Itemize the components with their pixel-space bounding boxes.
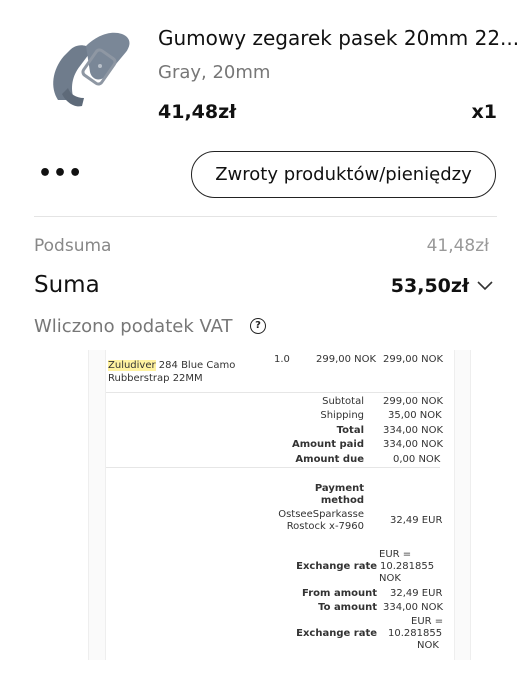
receipt-item-unit-price: 299,00 NOK	[316, 354, 377, 365]
subtotal-label: Podsuma	[34, 236, 112, 256]
receipt-rate1-line3: NOK	[379, 573, 401, 584]
receipt-amount-paid-label: Amount paid	[291, 439, 364, 450]
receipt-from-amount-label: From amount	[302, 588, 377, 599]
receipt-payment-method-label-1: Payment	[314, 483, 364, 494]
help-icon[interactable]: ?	[250, 318, 266, 334]
product-price: 41,48zł	[158, 101, 237, 123]
receipt-amount-due-value: 0,00 NOK	[393, 454, 441, 465]
return-refund-button[interactable]: Zwroty produktów/pieniędzy	[191, 151, 496, 198]
receipt-shipping-label: Shipping	[320, 410, 364, 421]
order-item-card[interactable]: Gumowy zegarek pasek 20mm 22... Gray, 20…	[0, 0, 531, 140]
receipt-item-name-rest: 284 Blue Camo	[155, 360, 236, 371]
receipt-item-qty: 1.0	[274, 354, 290, 365]
product-title[interactable]: Gumowy zegarek pasek 20mm 22...	[158, 26, 519, 50]
receipt-total-value: 334,00 NOK	[383, 425, 444, 436]
receipt-divider	[106, 467, 440, 468]
receipt-amount-due-label: Amount due	[295, 454, 364, 465]
receipt-divider	[106, 392, 440, 393]
subtotal-value: 41,48zł	[426, 236, 489, 256]
receipt-amount-paid-value: 334,00 NOK	[383, 439, 444, 450]
receipt-item-brand: Zuludiver	[108, 360, 156, 371]
product-variant: Gray, 20mm	[158, 62, 271, 83]
receipt-image: Zuludiver 284 Blue Camo Rubberstrap 22MM…	[88, 350, 471, 660]
receipt-payment-bank-1: OstseeSparkasse	[278, 509, 364, 520]
section-divider	[34, 216, 497, 217]
total-value[interactable]: 53,50zł	[391, 275, 469, 297]
receipt-total-label: Total	[336, 425, 364, 436]
more-options-button[interactable]: •••	[38, 160, 82, 188]
receipt-item-total: 299,00 NOK	[383, 354, 444, 365]
receipt-item-name-line2: Rubberstrap 22MM	[108, 373, 203, 384]
receipt-rate2-line1: EUR =	[411, 616, 444, 627]
receipt-rate1-line2: 10.281855	[380, 561, 435, 572]
receipt-to-amount-value: 334,00 NOK	[383, 602, 444, 613]
receipt-from-amount-value: 32,49 EUR	[390, 588, 443, 599]
receipt-subtotal-value: 299,00 NOK	[383, 396, 444, 407]
receipt-rate2-line3: NOK	[417, 640, 439, 651]
receipt-to-amount-label: To amount	[318, 602, 377, 613]
receipt-payment-bank-2: Rostock x-7960	[286, 521, 364, 532]
receipt-payment-amount: 32,49 EUR	[390, 515, 443, 526]
vat-included-label: Wliczono podatek VAT	[34, 316, 233, 337]
receipt-shipping-value: 35,00 NOK	[388, 410, 442, 421]
receipt-rate2-line2: 10.281855	[388, 628, 443, 639]
receipt-paper: Zuludiver 284 Blue Camo Rubberstrap 22MM…	[105, 350, 455, 660]
product-quantity: x1	[471, 101, 497, 123]
watch-strap-image[interactable]	[40, 22, 140, 122]
receipt-rate1-line1: EUR =	[379, 549, 412, 560]
chevron-down-icon[interactable]	[476, 279, 494, 293]
receipt-subtotal-label: Subtotal	[322, 396, 364, 407]
receipt-rate1-label: Exchange rate	[296, 561, 377, 572]
receipt-item-name: Zuludiver 284 Blue Camo	[108, 360, 235, 372]
total-label: Suma	[34, 272, 100, 298]
receipt-payment-method-label-2: method	[320, 495, 364, 506]
receipt-rate2-label: Exchange rate	[296, 628, 377, 639]
